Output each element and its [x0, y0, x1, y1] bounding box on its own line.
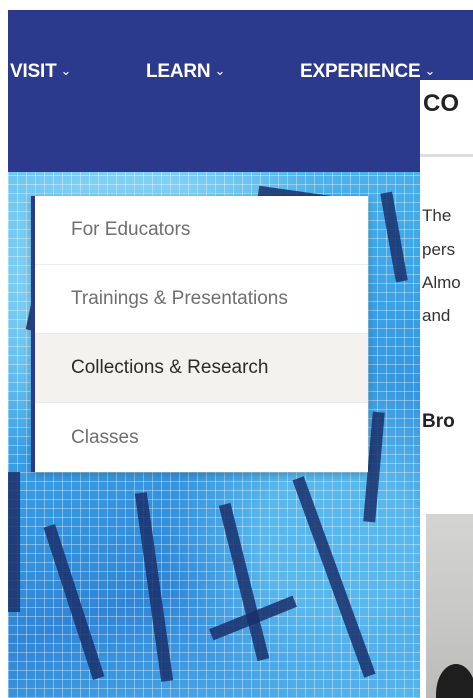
content-line: and: [422, 306, 451, 325]
nav-item-label: LEARN: [146, 61, 211, 82]
content-photo: [426, 514, 473, 698]
menu-item-classes[interactable]: Classes: [35, 403, 368, 472]
nav-item-experience[interactable]: EXPERIENCE ⌄: [300, 61, 435, 83]
content-line: pers: [422, 240, 456, 259]
chevron-down-icon: ⌄: [60, 63, 72, 78]
page-title: CO: [423, 90, 459, 117]
chevron-down-icon: ⌄: [424, 63, 436, 78]
nav-item-label: VISIT: [10, 61, 57, 82]
menu-item-collections-research[interactable]: Collections & Research: [35, 334, 368, 403]
nav-item-learn[interactable]: LEARN ⌄: [146, 61, 225, 83]
menu-item-for-educators[interactable]: For Educators: [35, 196, 368, 265]
menu-item-label: Classes: [71, 426, 139, 448]
menu-item-label: Trainings & Presentations: [71, 288, 288, 309]
menu-item-trainings-presentations[interactable]: Trainings & Presentations: [35, 265, 368, 334]
learn-dropdown-menu: For Educators Trainings & Presentations …: [31, 196, 368, 472]
section-heading: Bro: [422, 411, 455, 432]
nav-item-label: EXPERIENCE: [300, 61, 421, 82]
main-navigation: VISIT ⌄ LEARN ⌄ EXPERIENCE ⌄: [8, 10, 473, 172]
content-line: The: [422, 206, 452, 225]
nav-item-visit[interactable]: VISIT ⌄: [10, 61, 71, 83]
menu-item-label: Collections & Research: [71, 357, 269, 378]
content-line: Almo: [422, 273, 461, 292]
menu-item-label: For Educators: [71, 219, 191, 240]
title-divider: [420, 154, 473, 157]
chevron-down-icon: ⌄: [214, 63, 226, 78]
main-content: CO The pers Almo and Bro: [420, 80, 473, 698]
